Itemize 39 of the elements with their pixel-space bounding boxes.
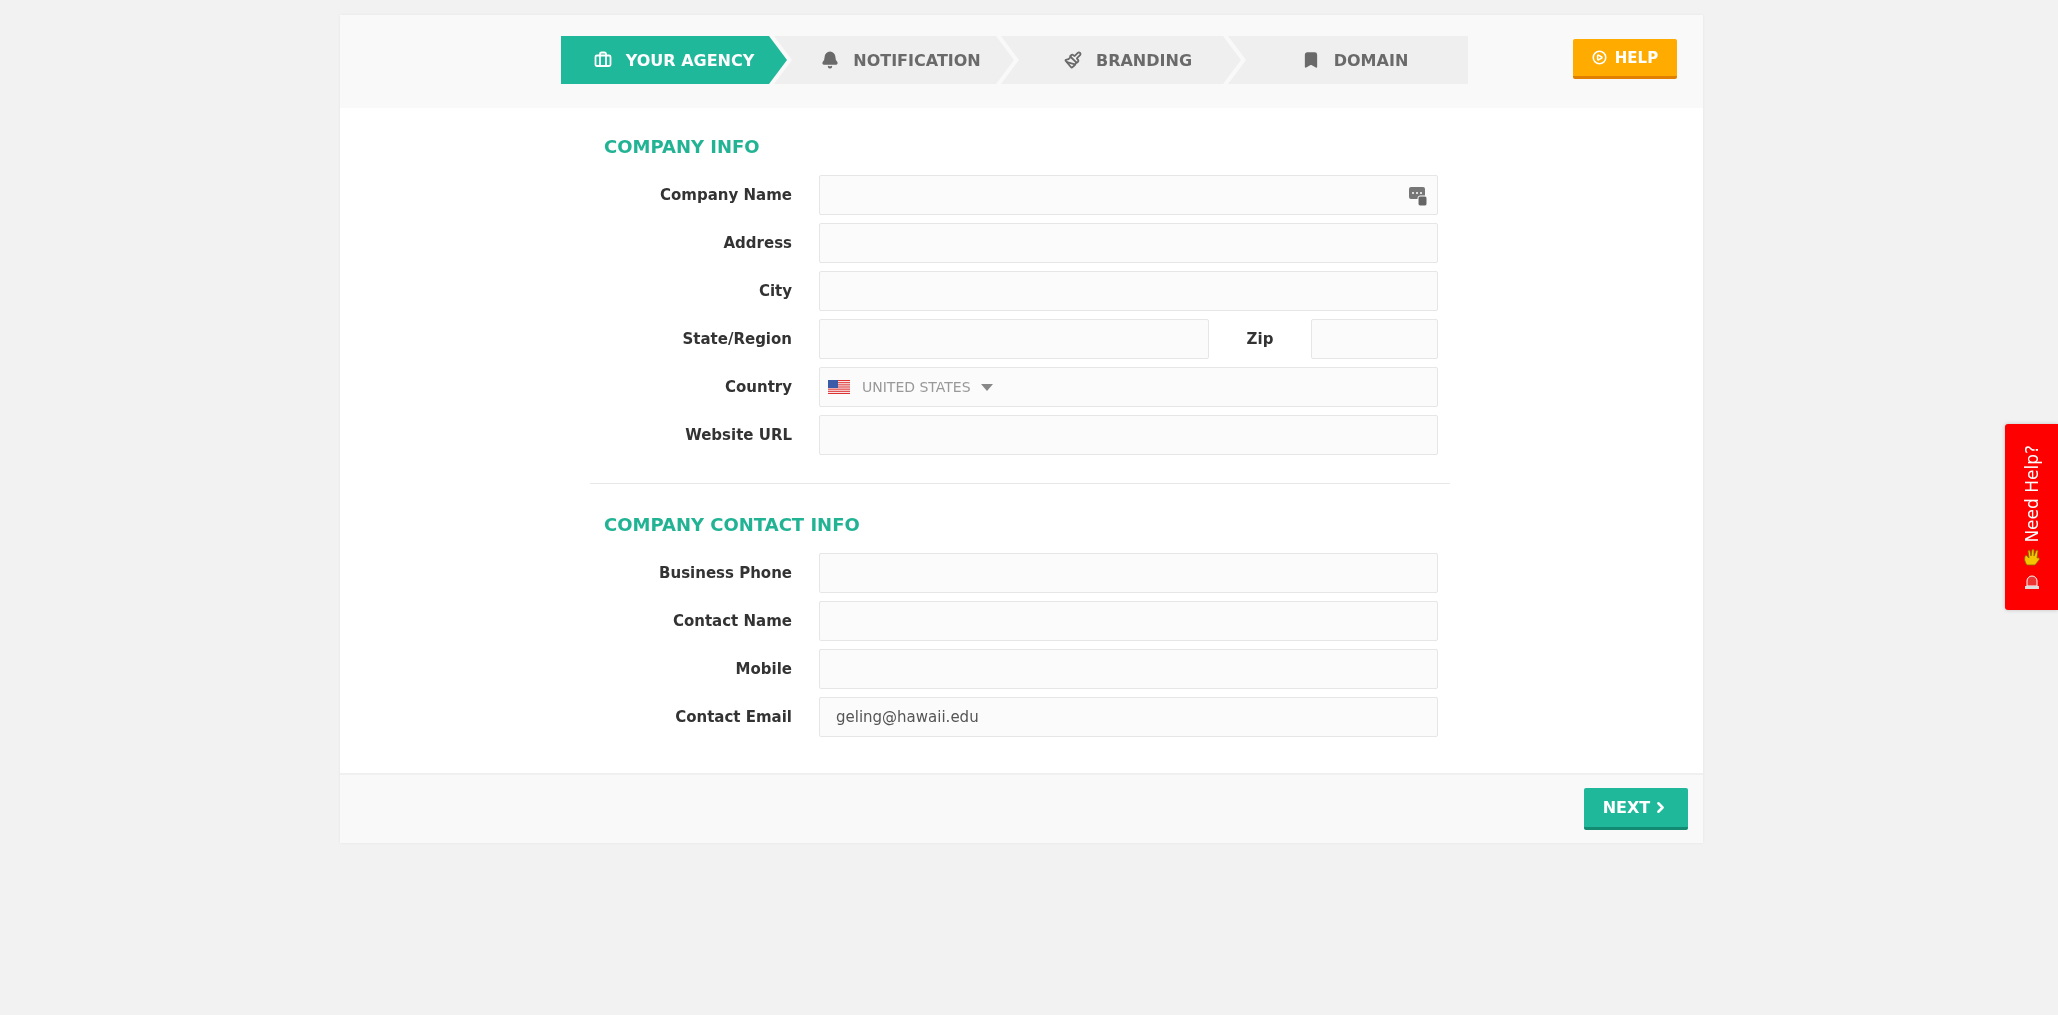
- bell-icon: [821, 51, 840, 69]
- section-title: COMPANY CONTACT INFO: [604, 514, 861, 535]
- field-label: Website URL: [684, 426, 792, 444]
- step-tab[interactable]: BRANDING: [1001, 36, 1241, 84]
- flag-icon: [828, 379, 850, 395]
- input-field[interactable]: [819, 415, 1438, 455]
- keypad-icon[interactable]: [1409, 186, 1427, 206]
- caret-icon: [980, 383, 993, 391]
- next-button[interactable]: NEXT: [1584, 788, 1688, 830]
- country-select[interactable]: UNITED STATES: [819, 367, 1438, 407]
- field-label: Mobile: [734, 660, 792, 678]
- field-label: Business Phone: [658, 564, 792, 582]
- field-label: Country: [723, 378, 792, 396]
- need-help-tab[interactable]: Need Help?: [2005, 424, 2058, 610]
- field-label: City: [757, 282, 792, 300]
- play-icon: [1591, 50, 1607, 65]
- hand-icon: [2022, 548, 2041, 567]
- paintbrush-icon: [1063, 51, 1082, 69]
- field-label: Zip: [1245, 330, 1275, 348]
- step-tab[interactable]: YOUR AGENCY: [561, 36, 787, 84]
- input-field[interactable]: [819, 553, 1438, 593]
- input-field[interactable]: [1311, 319, 1438, 359]
- input-field[interactable]: [819, 601, 1438, 641]
- input-field[interactable]: [819, 271, 1438, 311]
- input-field[interactable]: [819, 223, 1438, 263]
- input-field[interactable]: [819, 649, 1438, 689]
- input-field[interactable]: [819, 319, 1209, 359]
- siren-icon: [2023, 572, 2040, 589]
- field-label: Contact Name: [671, 612, 792, 630]
- field-label: Address: [722, 234, 792, 252]
- step-tab[interactable]: DOMAIN: [1228, 36, 1468, 84]
- field-label: Contact Email: [674, 708, 792, 726]
- input-field[interactable]: [819, 175, 1438, 215]
- briefcase-icon: [593, 51, 612, 69]
- section-title: COMPANY INFO: [604, 136, 761, 157]
- input-field[interactable]: geling@hawaii.edu: [819, 697, 1438, 737]
- field-label: Company Name: [659, 186, 792, 204]
- step-tab[interactable]: NOTIFICATION: [774, 36, 1014, 84]
- field-label: State/Region: [681, 330, 792, 348]
